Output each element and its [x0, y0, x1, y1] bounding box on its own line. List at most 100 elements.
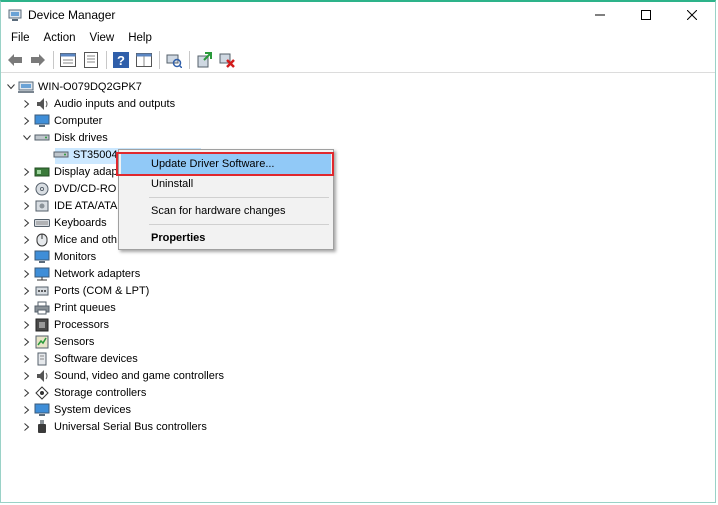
menu-uninstall[interactable]: Uninstall [121, 173, 331, 195]
tree-item-ide[interactable]: IDE ATA/ATA [20, 198, 117, 214]
tree-root[interactable]: WIN-O079DQ2GPK7 [4, 79, 142, 95]
device-manager-window: Device Manager File Action View Help ? W… [0, 0, 716, 503]
tree-item-keyboards[interactable]: Keyboards [20, 215, 107, 231]
tree-item-sound[interactable]: Sound, video and game controllers [20, 368, 224, 384]
menu-properties[interactable]: Properties [121, 227, 331, 249]
tree-item-st35004[interactable]: ST35004 [39, 147, 118, 163]
tree-item-ports[interactable]: Ports (COM & LPT) [20, 283, 149, 299]
maximize-icon [641, 10, 651, 20]
menu-file[interactable]: File [4, 28, 37, 48]
expand-chevron-icon[interactable] [20, 402, 34, 418]
tree-item-processors[interactable]: Processors [20, 317, 109, 333]
collapse-chevron-icon[interactable] [4, 79, 18, 95]
menu-action[interactable]: Action [37, 28, 83, 48]
tree-item-print-queues[interactable]: Print queues [20, 300, 116, 316]
menu-view[interactable]: View [83, 28, 122, 48]
menu-scan-hardware[interactable]: Scan for hardware changes [121, 200, 331, 222]
update-list-button[interactable] [80, 49, 102, 71]
expand-chevron-icon[interactable] [20, 164, 34, 180]
title-bar[interactable]: Device Manager [1, 2, 715, 28]
tree-item-label: Software devices [54, 353, 138, 365]
expand-chevron-icon[interactable] [20, 317, 34, 333]
close-button[interactable] [669, 2, 715, 28]
expand-chevron-icon[interactable] [20, 351, 34, 367]
tree-item-network[interactable]: Network adapters [20, 266, 140, 282]
expand-chevron-icon[interactable] [20, 198, 34, 214]
tree-item-label: Display adap [54, 166, 118, 178]
port-icon [34, 283, 50, 299]
scan-hardware-button[interactable] [163, 49, 185, 71]
expand-chevron-icon[interactable] [20, 249, 34, 265]
tree-item-disk-drives[interactable]: Disk drives [20, 130, 108, 146]
caption-buttons [577, 2, 715, 28]
computer-root-icon [18, 79, 34, 95]
tree-item-system-devices[interactable]: System devices [20, 402, 131, 418]
tree-item-label: Audio inputs and outputs [54, 98, 176, 110]
expand-chevron-icon[interactable] [20, 96, 34, 112]
menu-help[interactable]: Help [121, 28, 159, 48]
uninstall-device-icon [219, 53, 235, 68]
ide-icon [34, 198, 50, 214]
action-pane-button[interactable] [133, 49, 155, 71]
disk-drive-icon [34, 130, 50, 146]
tree-item-label: Print queues [54, 302, 116, 314]
menu-item-label: Scan for hardware changes [151, 205, 286, 217]
collapse-chevron-icon[interactable] [20, 130, 34, 146]
properties-sheet-icon [60, 53, 76, 67]
minimize-icon [595, 14, 605, 16]
tree-item-display-adapters[interactable]: Display adap [20, 164, 118, 180]
device-manager-icon [8, 9, 22, 21]
tree-item-label: Sound, video and game controllers [54, 370, 224, 382]
expand-chevron-icon[interactable] [20, 419, 34, 435]
back-button[interactable] [4, 49, 26, 71]
keyboard-icon [34, 215, 50, 231]
expand-chevron-icon[interactable] [20, 266, 34, 282]
expand-chevron-icon[interactable] [20, 232, 34, 248]
window-title: Device Manager [28, 8, 116, 22]
tree-item-label: Keyboards [54, 217, 107, 229]
menu-item-label: Properties [151, 232, 206, 244]
expand-chevron-icon[interactable] [20, 385, 34, 401]
monitor-icon [34, 249, 50, 265]
maximize-button[interactable] [623, 2, 669, 28]
device-tree[interactable]: WIN-O079DQ2GPK7 Audio inputs and outputs… [1, 74, 715, 502]
update-driver-button[interactable] [193, 49, 215, 71]
tree-item-sensors[interactable]: Sensors [20, 334, 94, 350]
uninstall-device-button[interactable] [216, 49, 238, 71]
expand-chevron-icon[interactable] [20, 283, 34, 299]
tree-item-label: Processors [54, 319, 110, 331]
tree-item-label: IDE ATA/ATA [54, 200, 118, 212]
tree-item-mice[interactable]: Mice and oth [20, 232, 117, 248]
forward-button[interactable] [27, 49, 49, 71]
tree-item-label: Mice and oth [54, 234, 117, 246]
expand-chevron-icon[interactable] [20, 181, 34, 197]
tree-item-storage[interactable]: Storage controllers [20, 385, 146, 401]
expand-chevron-icon[interactable] [20, 113, 34, 129]
dvd-icon [34, 181, 50, 197]
storage-icon [34, 385, 50, 401]
menu-bar: File Action View Help [1, 28, 715, 48]
tree-item-audio[interactable]: Audio inputs and outputs [20, 96, 175, 112]
expand-chevron-icon[interactable] [20, 334, 34, 350]
properties-sheet-button[interactable] [57, 49, 79, 71]
tree-item-dvd[interactable]: DVD/CD-RO [20, 181, 116, 197]
update-driver-icon [197, 52, 212, 68]
expand-chevron-icon[interactable] [20, 368, 34, 384]
help-button[interactable]: ? [110, 49, 132, 71]
expand-chevron-icon[interactable] [20, 215, 34, 231]
tree-item-label: Ports (COM & LPT) [54, 285, 150, 297]
tree-item-usb[interactable]: Universal Serial Bus controllers [20, 419, 207, 435]
close-icon [687, 10, 697, 20]
action-pane-icon [136, 53, 152, 67]
tree-item-monitors[interactable]: Monitors [20, 249, 96, 265]
tree-item-computer[interactable]: Computer [20, 113, 102, 129]
usb-icon [34, 419, 50, 435]
minimize-button[interactable] [577, 2, 623, 28]
update-list-icon [84, 52, 98, 68]
tree-item-software-devices[interactable]: Software devices [20, 351, 138, 367]
svg-text:?: ? [117, 53, 125, 68]
tree-item-label: Monitors [54, 251, 97, 263]
tree-item-label: DVD/CD-RO [54, 183, 117, 195]
network-icon [34, 266, 50, 282]
expand-chevron-icon[interactable] [20, 300, 34, 316]
